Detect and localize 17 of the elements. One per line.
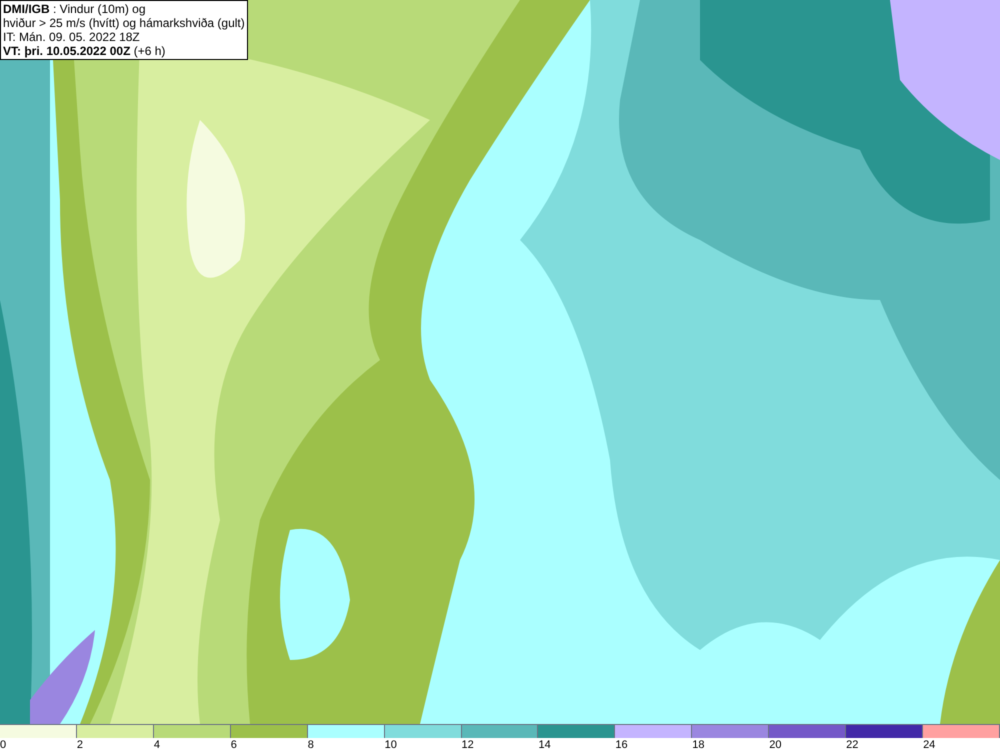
legend-label: 22 bbox=[846, 738, 858, 752]
legend-label: 14 bbox=[538, 738, 551, 752]
legend-label: 0 bbox=[0, 738, 6, 752]
legend-label: 18 bbox=[692, 738, 705, 752]
legend-label: 24 bbox=[923, 738, 936, 752]
legend-label: 2 bbox=[76, 738, 84, 752]
legend-label: 20 bbox=[769, 738, 782, 752]
title-text: hviður > 25 m/s (hvítt) og hámarkshviða (gult) bbox=[3, 16, 245, 30]
title-text: VT: þri. 10.05.2022 00Z (+6 h) bbox=[3, 44, 166, 58]
legend-label: 10 bbox=[384, 738, 397, 752]
legend-label: 8 bbox=[308, 738, 314, 752]
legend-label: 16 bbox=[615, 738, 628, 752]
legend-label: 4 bbox=[154, 738, 160, 752]
title-text: IT: Mán. 09. 05. 2022 18Z bbox=[3, 30, 141, 44]
legend-label: 12 bbox=[462, 738, 474, 752]
title-text: DMI/IGB : Vindur (10m) og bbox=[3, 2, 146, 16]
legend-label: 6 bbox=[230, 738, 237, 752]
